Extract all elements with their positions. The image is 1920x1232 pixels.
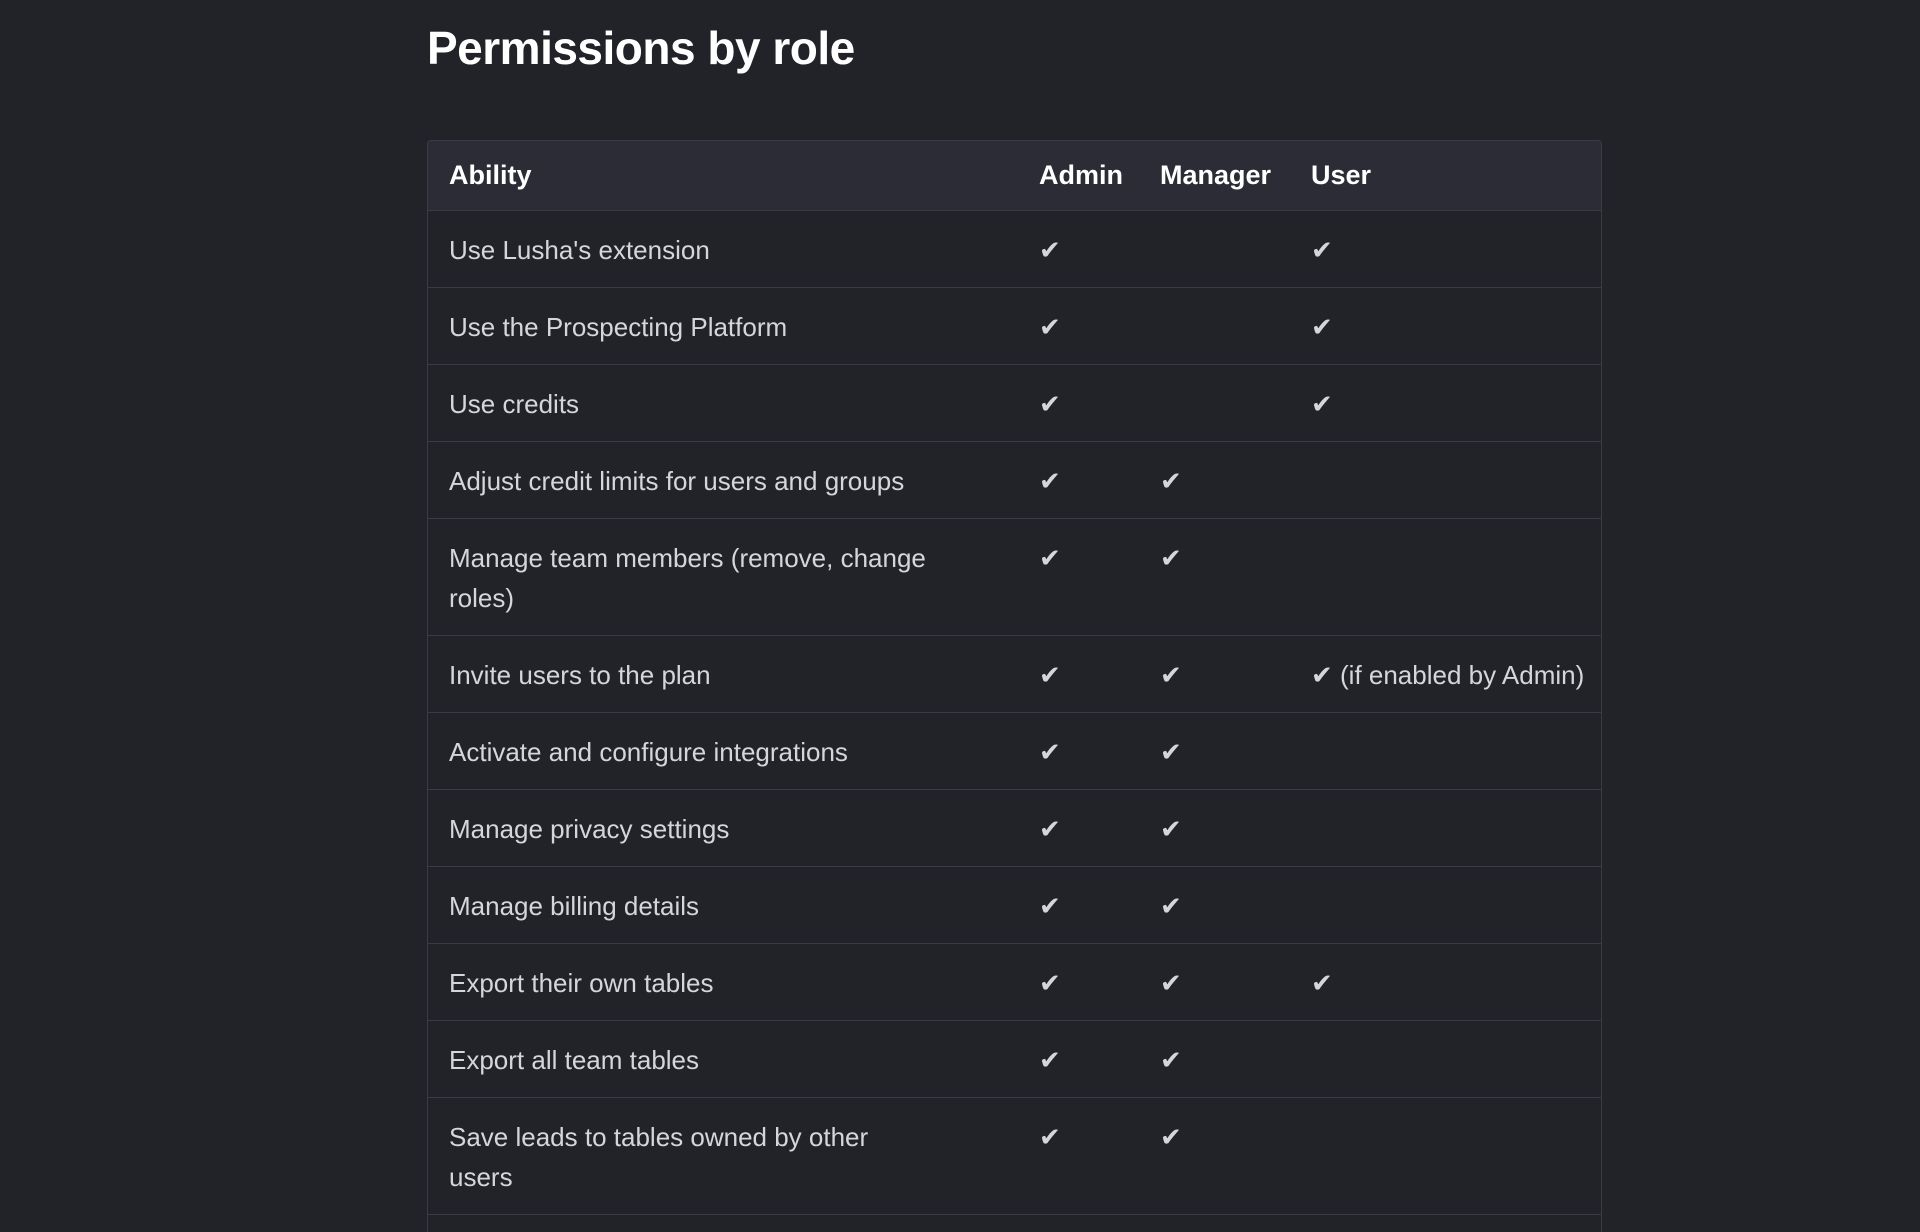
admin-permission-cell: ✔: [1039, 736, 1061, 767]
admin-permission-cell: ✔: [1039, 311, 1061, 342]
ability-cell: Save leads to tables owned by other user…: [449, 1121, 869, 1192]
ability-cell: Invite users to the plan: [449, 659, 711, 690]
ability-cell: Counts as a seat: [428, 1214, 1018, 1232]
ability-cell: Manage billing details: [449, 890, 700, 921]
user-permission-cell: [1290, 789, 1601, 866]
user-permission-cell: [1290, 518, 1601, 635]
admin-permission-cell: ✔: [1039, 542, 1061, 573]
manager-permission-cell: ✔: [1160, 736, 1182, 767]
user-permission-cell: ✔: [1311, 967, 1333, 998]
user-permission-cell: ✔: [1290, 1214, 1601, 1232]
ability-cell: Use the Prospecting Platform: [449, 311, 788, 342]
user-permission-cell: ✔ (if enabled by Admin): [1311, 659, 1585, 690]
admin-permission-cell: ✔: [1039, 659, 1061, 690]
manager-permission-cell: [1139, 287, 1290, 364]
user-permission-cell: [1290, 441, 1601, 518]
table-row: Counts as a seat✔✔: [428, 1214, 1601, 1232]
manager-permission-cell: ✔: [1160, 542, 1182, 573]
manager-permission-cell: ✔: [1160, 967, 1182, 998]
admin-permission-cell: ✔: [1039, 1121, 1061, 1152]
ability-cell: Use Lusha's extension: [449, 234, 710, 265]
ability-cell: Activate and configure integrations: [449, 736, 848, 767]
table-row: Adjust credit limits for users and group…: [428, 441, 1601, 518]
table-row: Export their own tables ✔ ✔ ✔: [428, 943, 1601, 1020]
admin-permission-cell: ✔: [1039, 388, 1061, 419]
column-header-user: User: [1311, 159, 1372, 190]
manager-permission-cell: [1139, 1214, 1290, 1232]
page-title: Permissions by role: [427, 22, 855, 74]
table-row: Export all team tables ✔ ✔: [428, 1020, 1601, 1097]
admin-permission-cell: ✔: [1018, 1214, 1139, 1232]
manager-permission-cell: ✔: [1160, 659, 1182, 690]
admin-permission-cell: ✔: [1039, 890, 1061, 921]
ability-cell: Adjust credit limits for users and group…: [449, 465, 905, 496]
manager-permission-cell: [1139, 210, 1290, 287]
ability-cell: Export all team tables: [449, 1044, 700, 1075]
ability-cell: Manage team members (remove, change role…: [449, 542, 926, 613]
manager-permission-cell: ✔: [1160, 813, 1182, 844]
admin-permission-cell: ✔: [1039, 1044, 1061, 1075]
table-row: Manage team members (remove, change role…: [428, 518, 1601, 635]
table-header-row: Ability Admin Manager User: [428, 141, 1601, 210]
table-row: Invite users to the plan ✔ ✔ ✔ (if enabled …: [428, 635, 1601, 712]
user-permission-cell: ✔: [1311, 234, 1333, 265]
table-row: Use credits ✔ ✔: [428, 364, 1601, 441]
table-row: Use Lusha's extension ✔ ✔: [428, 210, 1601, 287]
manager-permission-cell: ✔: [1160, 1044, 1182, 1075]
user-permission-cell: [1290, 866, 1601, 943]
table-row: Activate and configure integrations ✔ ✔: [428, 712, 1601, 789]
column-header-admin: Admin: [1039, 159, 1123, 190]
admin-permission-cell: ✔: [1039, 234, 1061, 265]
permissions-table: Ability Admin Manager User Use Lusha's e…: [427, 140, 1602, 1232]
user-permission-cell: [1290, 712, 1601, 789]
admin-permission-cell: ✔: [1039, 967, 1061, 998]
table-row: Use the Prospecting Platform ✔ ✔: [428, 287, 1601, 364]
table-row: Manage privacy settings ✔ ✔: [428, 789, 1601, 866]
table-body: Use Lusha's extension ✔ ✔ Use the Prospecti…: [428, 210, 1601, 1232]
admin-permission-cell: ✔: [1039, 813, 1061, 844]
admin-permission-cell: ✔: [1039, 465, 1061, 496]
user-permission-cell: [1290, 1097, 1601, 1214]
table-row: Manage billing details ✔ ✔: [428, 866, 1601, 943]
ability-cell: Manage privacy settings: [449, 813, 730, 844]
page: Permissions by role Ability Admin Manage…: [0, 0, 1920, 1232]
manager-permission-cell: ✔: [1160, 1121, 1182, 1152]
column-header-ability: Ability: [449, 159, 532, 190]
manager-permission-cell: ✔: [1160, 465, 1182, 496]
table-row: Save leads to tables owned by other user…: [428, 1097, 1601, 1214]
manager-permission-cell: ✔: [1160, 890, 1182, 921]
manager-permission-cell: [1139, 364, 1290, 441]
column-header-manager: Manager: [1160, 159, 1272, 190]
user-permission-cell: ✔: [1311, 311, 1333, 342]
ability-cell: Export their own tables: [449, 967, 714, 998]
ability-cell: Use credits: [449, 388, 580, 419]
user-permission-cell: ✔: [1311, 388, 1333, 419]
user-permission-cell: [1290, 1020, 1601, 1097]
